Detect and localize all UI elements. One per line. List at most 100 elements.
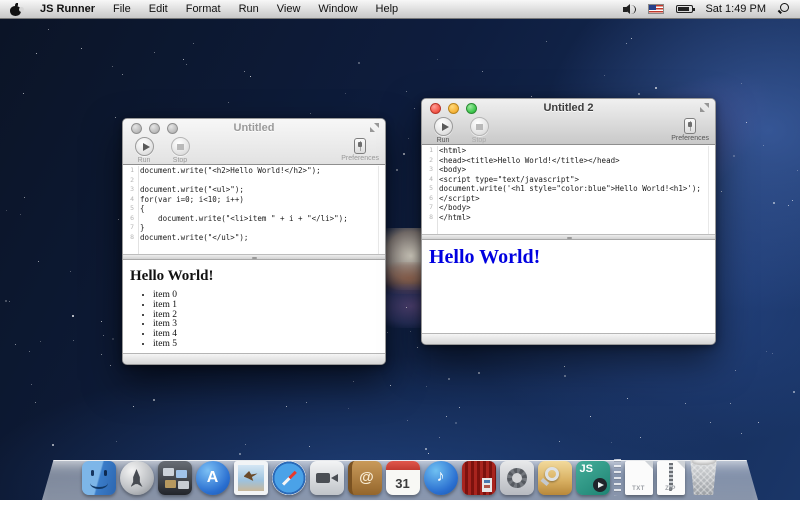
editor-scrollbar[interactable]: [708, 146, 715, 234]
star: [627, 398, 628, 399]
js-letters: JS: [580, 463, 593, 475]
menu-item[interactable]: Run: [230, 3, 268, 15]
menu-item[interactable]: File: [104, 3, 140, 15]
star: [604, 75, 605, 76]
mission-control-icon[interactable]: [158, 461, 192, 495]
itunes-icon[interactable]: ♪: [424, 461, 458, 495]
magnifier-icon: [545, 467, 559, 481]
output-heading: Hello World!: [130, 268, 385, 285]
star: [531, 96, 532, 97]
star: [353, 381, 354, 382]
zip-file-icon[interactable]: ZIP: [657, 461, 685, 495]
battery-icon[interactable]: [676, 5, 693, 13]
run-button[interactable]: Run: [426, 117, 460, 144]
menu-item[interactable]: Format: [177, 3, 230, 15]
menu-list: FileEditFormatRunViewWindowHelp: [104, 3, 407, 15]
preferences-button[interactable]: Preferences: [671, 117, 709, 142]
title-bar[interactable]: Untitled 2: [422, 99, 715, 116]
apple-menu-icon[interactable]: [10, 3, 22, 16]
code-line: 6 document.write("<li>item " + i + "</li…: [123, 214, 385, 224]
star: [564, 366, 565, 367]
finder-icon[interactable]: [82, 461, 116, 495]
facetime-icon[interactable]: [310, 461, 344, 495]
menu-bar-left: JS Runner FileEditFormatRunViewWindowHel…: [0, 3, 407, 16]
volume-icon[interactable]: [623, 4, 636, 15]
star: [387, 332, 388, 333]
star: [721, 191, 722, 192]
menu-item[interactable]: Window: [309, 3, 366, 15]
output-pane: Hello World!: [422, 241, 715, 333]
star: [244, 71, 245, 72]
app-menu-title[interactable]: JS Runner: [31, 3, 104, 15]
line-number: 1: [422, 146, 436, 156]
address-book-icon[interactable]: @: [348, 461, 382, 495]
pane-splitter[interactable]: [422, 234, 715, 240]
line-number: 5: [123, 204, 137, 214]
window-title: Untitled: [123, 122, 385, 134]
txt-label: TXT: [625, 486, 653, 492]
editor-scrollbar[interactable]: [378, 166, 385, 254]
preferences-button[interactable]: Preferences: [341, 137, 379, 162]
star: [38, 261, 39, 262]
menu-item[interactable]: View: [268, 3, 310, 15]
app-store-icon[interactable]: A: [196, 461, 230, 495]
preferences-switch-icon: [354, 138, 366, 154]
menu-bar-status-area: Sat 1:49 PM: [623, 3, 800, 15]
code-text: document.write('<h1 style="color:blue">H…: [436, 184, 701, 194]
star: [112, 338, 114, 340]
input-language-flag-icon[interactable]: [648, 4, 664, 14]
zipper-glyph: [669, 463, 673, 487]
system-preferences-icon[interactable]: [500, 461, 534, 495]
title-bar[interactable]: Untitled: [123, 119, 385, 136]
code-line: 7 }: [123, 223, 385, 233]
pane-splitter[interactable]: [123, 254, 385, 260]
star: [103, 335, 104, 336]
menu-item[interactable]: Help: [367, 3, 408, 15]
menu-bar-clock[interactable]: Sat 1:49 PM: [705, 3, 766, 15]
star: [685, 403, 686, 404]
zip-label: ZIP: [657, 486, 685, 492]
window-header: Untitled Run Stop Preferences: [123, 119, 385, 165]
preferences-switch-icon: [684, 118, 696, 134]
output-list-item: item 0: [153, 291, 385, 301]
preview-icon[interactable]: [538, 461, 572, 495]
txt-file-icon[interactable]: TXT: [625, 461, 653, 495]
line-number: 2: [422, 156, 436, 166]
output-list-item: item 4: [153, 330, 385, 340]
output-list-item: item 1: [153, 301, 385, 311]
splitter-grip-icon: [252, 257, 257, 259]
menu-item[interactable]: Edit: [140, 3, 177, 15]
code-editor[interactable]: 1 <html> 2 <head><title>Hello World!</ti…: [422, 146, 715, 234]
resize-icon[interactable]: [700, 103, 709, 112]
code-text: <head><title>Hello World!</title></head>: [436, 156, 620, 166]
spotlight-icon[interactable]: [778, 3, 790, 15]
trash-icon[interactable]: [689, 460, 719, 495]
ical-icon[interactable]: 31: [386, 461, 420, 495]
camera-glyph: [316, 473, 330, 483]
star: [390, 385, 391, 386]
code-text: <html>: [436, 146, 466, 156]
line-number: 6: [422, 194, 436, 204]
run-button[interactable]: Run: [127, 137, 161, 164]
stop-square-icon: [470, 117, 489, 136]
launchpad-icon[interactable]: [120, 461, 154, 495]
photo-booth-icon[interactable]: [462, 461, 496, 495]
resize-icon[interactable]: [370, 123, 379, 132]
star: [459, 407, 460, 408]
js-runner-icon[interactable]: JS: [576, 461, 610, 495]
star: [437, 59, 438, 60]
stop-button[interactable]: Stop: [163, 137, 197, 164]
star: [406, 307, 407, 308]
line-number: 1: [123, 166, 137, 176]
mail-icon[interactable]: [234, 461, 268, 495]
code-editor[interactable]: 1 document.write("<h2>Hello World!</h2>"…: [123, 166, 385, 254]
star: [626, 43, 627, 44]
star: [48, 29, 49, 30]
star: [773, 202, 775, 204]
line-number: 3: [422, 165, 436, 175]
output-list-item: item 3: [153, 320, 385, 330]
stop-button[interactable]: Stop: [462, 117, 496, 144]
safari-icon[interactable]: [272, 461, 306, 495]
splitter-grip-icon: [567, 237, 572, 239]
line-number: 5: [422, 184, 436, 194]
